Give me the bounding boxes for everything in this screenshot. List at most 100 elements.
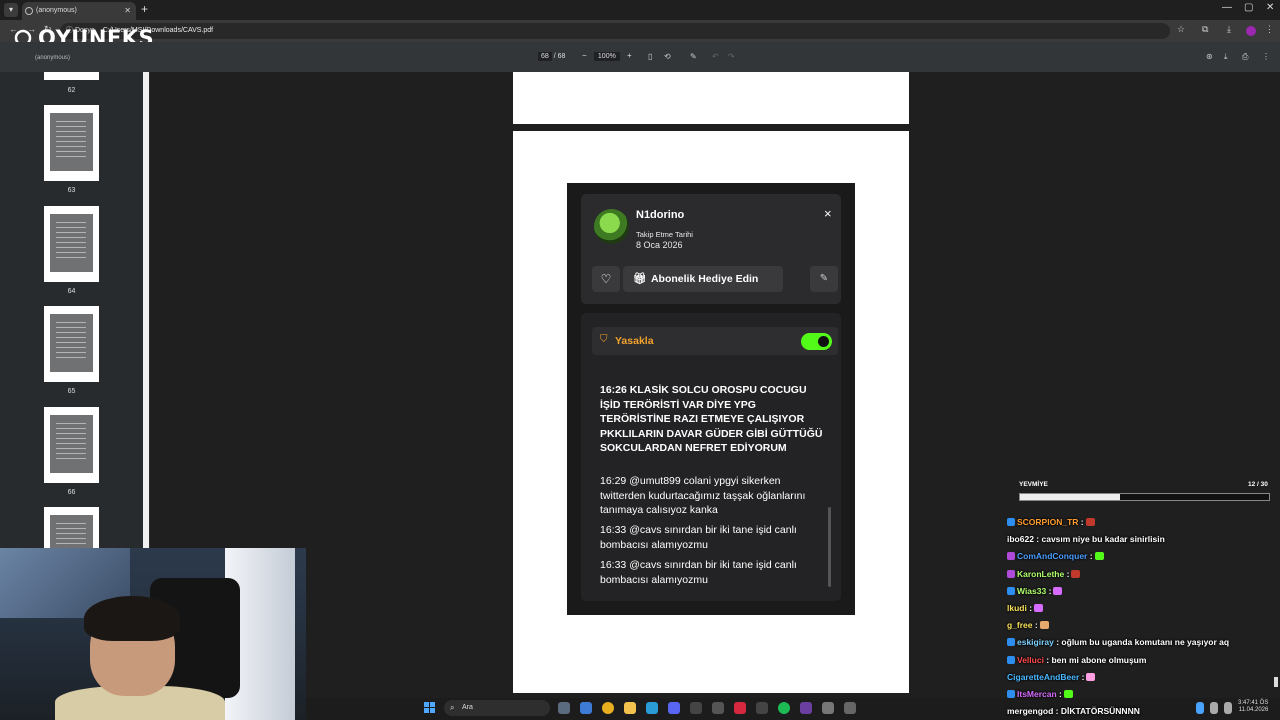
discord-icon[interactable] <box>668 702 680 714</box>
zoom-out-button[interactable]: − <box>582 51 587 60</box>
user-message: 16:33 @cavs sınırdan bir iki tane işid c… <box>600 524 797 551</box>
thumbnail-page[interactable] <box>44 206 99 282</box>
mic-icon[interactable] <box>1196 702 1204 714</box>
chat-username[interactable]: SCORPION_TR <box>1017 517 1078 527</box>
chat-badge-icon <box>1007 552 1015 561</box>
chat-badge-icon <box>1007 586 1015 595</box>
print-icon[interactable]: ⎙ <box>1242 52 1248 62</box>
chat-message: eskigiray : oğlum bu uganda komutanı ne … <box>1007 637 1229 647</box>
browser-tab[interactable]: (anonymous) ✕ <box>22 2 136 20</box>
network-icon[interactable] <box>1210 702 1218 714</box>
profile-avatar[interactable] <box>1246 26 1256 36</box>
thumbnail-label: 66 <box>67 489 76 496</box>
app-icon[interactable] <box>712 702 724 714</box>
taskview-icon[interactable] <box>558 702 570 714</box>
chat-emote-icon <box>1039 621 1049 630</box>
chat-username[interactable]: g_free <box>1007 620 1033 630</box>
maximize-icon[interactable]: ▢ <box>1244 2 1253 13</box>
app-icon[interactable] <box>822 702 834 714</box>
chat-username[interactable]: eskigiray <box>1017 637 1054 647</box>
new-tab-button[interactable]: + <box>141 2 148 16</box>
chat-badge-icon <box>1007 655 1015 664</box>
app-icon[interactable] <box>734 702 746 714</box>
copilot-icon[interactable] <box>580 702 592 714</box>
page-indicator[interactable]: 68 / 68 <box>538 52 565 61</box>
draw-icon[interactable]: ✎ <box>690 52 697 61</box>
pdf-menu-icon[interactable]: ⋮ <box>1262 52 1270 61</box>
chat-message: ComAndConquer : <box>1007 551 1104 561</box>
extensions-icon[interactable]: ⧉ <box>1202 24 1208 35</box>
chat-username[interactable]: ItsMercan <box>1017 689 1057 699</box>
chat-text: : <box>1032 620 1038 631</box>
pdf-download-icon[interactable]: ⤓ <box>1224 52 1228 62</box>
thumbnail-page[interactable] <box>44 306 99 382</box>
chat-username[interactable]: CigaretteAndBeer <box>1007 672 1079 682</box>
bookmark-star-icon[interactable]: ☆ <box>1177 24 1185 35</box>
taskbar-search[interactable]: ⌕ Ara <box>444 700 550 716</box>
redo-icon[interactable]: ↷ <box>728 52 735 61</box>
volume-icon[interactable] <box>1224 702 1232 714</box>
page-number-input[interactable]: 68 <box>538 52 552 61</box>
chat-emote-icon <box>1053 586 1063 595</box>
user-message: 16:33 @cavs sınırdan bir iki tane işid c… <box>600 559 797 586</box>
follow-date: 8 Oca 2026 <box>636 240 683 250</box>
chat-text: : cavsım niye bu kadar sinirlisin <box>1033 534 1165 545</box>
thumbnail-label: 65 <box>67 388 76 395</box>
app-icon[interactable] <box>844 702 856 714</box>
edge-icon[interactable] <box>646 702 658 714</box>
gift-icon: 🎁︎ <box>633 273 647 285</box>
tab-search-button[interactable]: ▾ <box>4 3 18 17</box>
window-close-icon[interactable]: ✕ <box>1266 2 1274 13</box>
thumbnail-label: 62 <box>67 87 76 94</box>
shield-icon: ⛉ <box>600 334 608 345</box>
minimize-icon[interactable]: — <box>1222 2 1232 13</box>
app-icon[interactable] <box>756 702 768 714</box>
sidebar-scrollbar[interactable] <box>143 72 149 548</box>
pin-icon: ✎ <box>810 266 838 292</box>
windows-start-icon[interactable] <box>424 702 436 714</box>
steam-icon[interactable] <box>690 702 702 714</box>
goal-count: 12 / 30 <box>1248 481 1268 488</box>
tab-close-icon[interactable]: ✕ <box>124 2 131 20</box>
chat-text: : ben mi abone olmuşum <box>1043 654 1147 665</box>
annotate-icon[interactable]: ⊛ <box>1206 52 1213 61</box>
download-icon[interactable]: ⤓ <box>1227 24 1231 35</box>
menu-icon[interactable]: ⋮ <box>1265 24 1274 35</box>
chat-username[interactable]: ComAndConquer <box>1017 551 1087 561</box>
globe-icon <box>25 7 33 15</box>
thumbnail-page[interactable] <box>44 407 99 483</box>
fit-page-icon[interactable]: ▯ <box>648 52 652 61</box>
gift-label: Abonelik Hediye Edin <box>650 273 759 285</box>
pdf-toolbar <box>0 42 1280 72</box>
chat-username[interactable]: KaronLethe <box>1017 569 1064 579</box>
file-explorer-icon[interactable] <box>624 702 636 714</box>
zoom-in-button[interactable]: + <box>627 51 632 60</box>
chat-username[interactable]: ibo622 <box>1007 534 1034 544</box>
chat-username[interactable]: Velluci <box>1017 655 1044 665</box>
chat-username[interactable]: lkudi <box>1007 603 1027 613</box>
chat-text: : <box>1046 585 1052 596</box>
chrome-icon[interactable] <box>602 702 614 714</box>
zoom-value[interactable]: 100% <box>593 52 620 61</box>
chat-badge-icon <box>1007 638 1015 647</box>
address-bar[interactable]: ⓘ Dosya C:/Users/MSI/Downloads/CAVS.pdf <box>60 23 1170 39</box>
clock-time: 3:47:41 ÖS <box>1238 700 1269 706</box>
chat-username[interactable]: mergengod <box>1007 706 1053 716</box>
goal-progress-fill <box>1020 494 1120 500</box>
webcam-feed <box>0 548 306 720</box>
chat-message: Velluci : ben mi abone olmuşum <box>1007 655 1146 665</box>
chat-scrollbar[interactable] <box>1274 677 1278 687</box>
taskbar-clock[interactable]: 3:47:41 ÖS 11.04.2026 <box>1238 700 1268 714</box>
thumbnail-page[interactable] <box>44 507 99 563</box>
app-icon[interactable] <box>800 702 812 714</box>
undo-icon[interactable]: ↶ <box>712 52 719 61</box>
thumbnail-page[interactable] <box>44 105 99 181</box>
card-close-icon: × <box>824 206 832 221</box>
goal-label: YEVMİYE <box>1019 481 1048 488</box>
rotate-icon[interactable]: ⟲ <box>664 52 671 61</box>
chat-emote-icon <box>1086 672 1096 681</box>
spotify-icon[interactable] <box>778 702 790 714</box>
chat-username[interactable]: Wias33 <box>1017 586 1046 596</box>
thumbnail-page[interactable] <box>44 72 99 80</box>
chat-text: : <box>1079 671 1085 682</box>
